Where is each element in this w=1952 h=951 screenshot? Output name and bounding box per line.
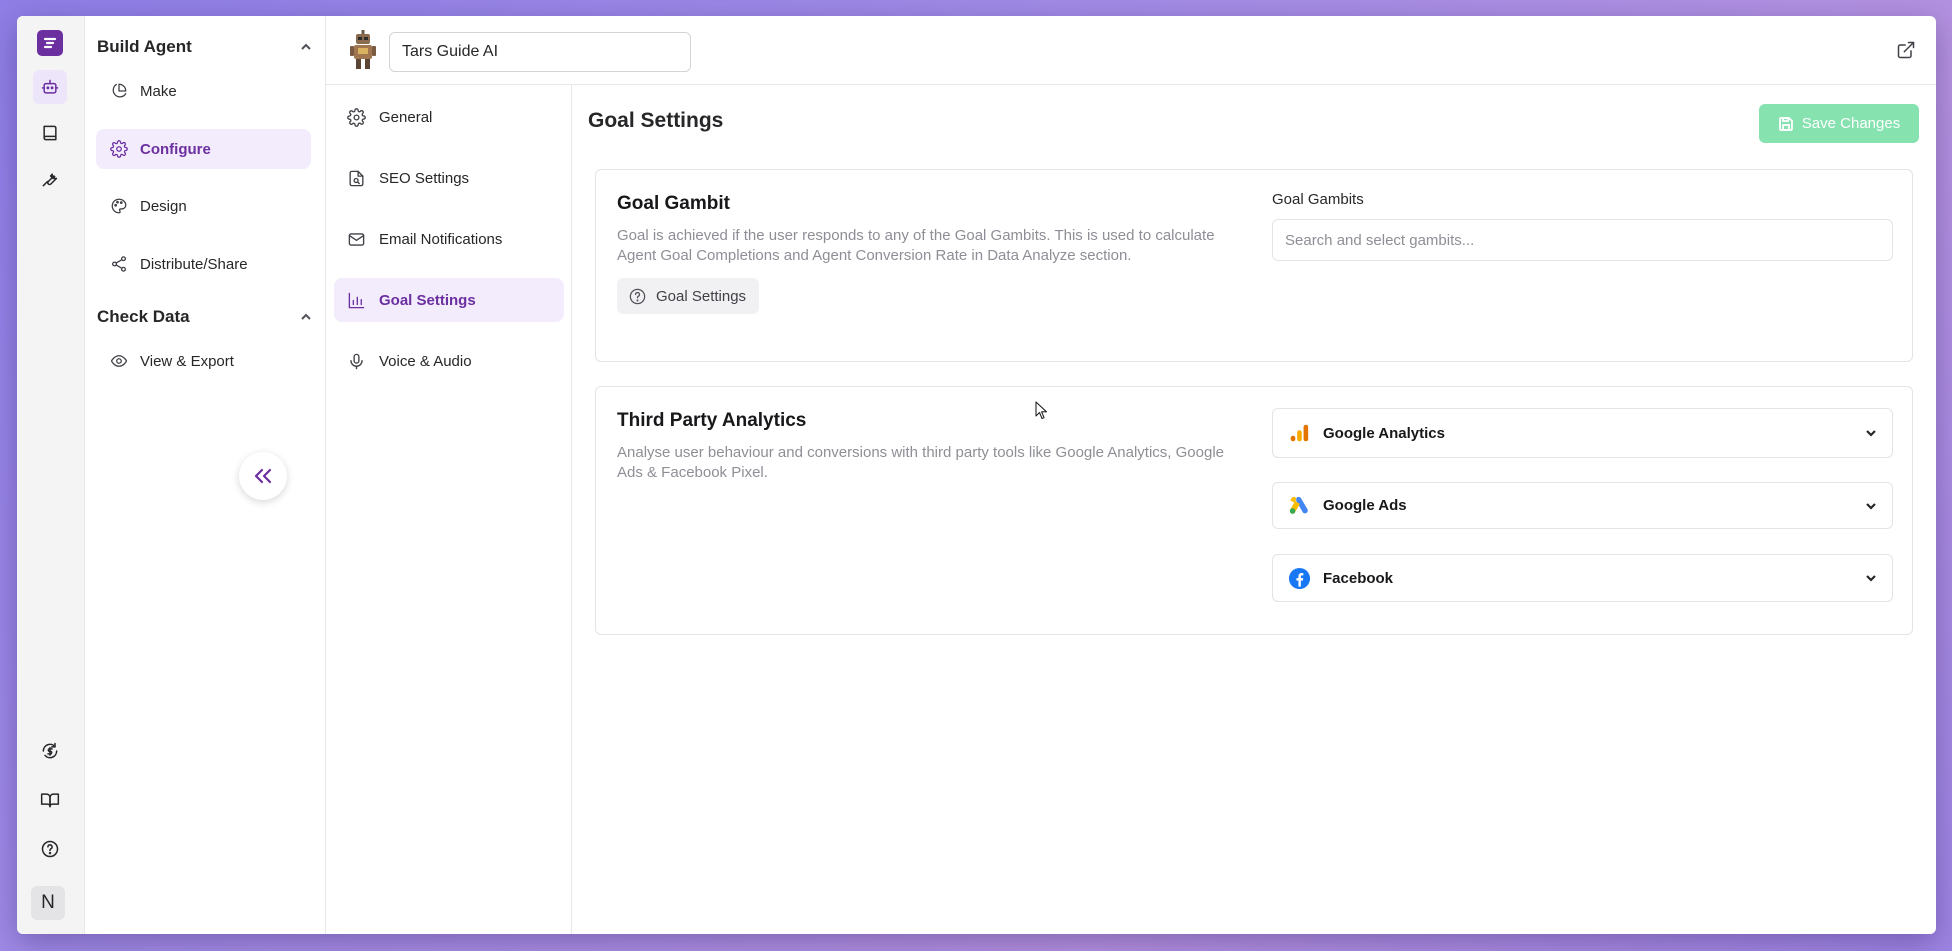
app-window: N Build Agent Make Configure Design Dist… <box>17 16 1936 934</box>
chevron-down-icon <box>1864 571 1878 585</box>
main-content: Goal Settings Save Changes Goal Gambit G… <box>572 85 1936 934</box>
sidebar-item-label: Configure <box>140 140 211 158</box>
eye-icon <box>110 355 128 367</box>
facebook-accordion[interactable]: Facebook <box>1272 554 1893 602</box>
help-circle-icon <box>629 288 646 304</box>
google-ads-accordion[interactable]: Google Ads <box>1272 482 1893 529</box>
book-icon[interactable] <box>33 116 67 150</box>
sidebar-item-make[interactable]: Make <box>96 71 311 111</box>
open-external-button[interactable] <box>1896 40 1918 62</box>
agent-avatar <box>350 30 376 69</box>
gear-icon <box>347 107 366 127</box>
file-search-icon <box>349 170 364 186</box>
google-analytics-icon <box>1287 421 1311 445</box>
sidebar-item-view-export[interactable]: View & Export <box>96 341 311 381</box>
agent-name-input[interactable] <box>389 32 691 72</box>
tab-label: Voice & Audio <box>379 352 472 370</box>
page-title: Goal Settings <box>588 109 724 132</box>
section-check-data[interactable]: Check Data <box>97 304 317 330</box>
integration-label: Facebook <box>1323 569 1394 587</box>
save-label: Save Changes <box>1801 115 1901 132</box>
goal-settings-help-button[interactable]: Goal Settings <box>617 278 760 314</box>
pie-chart-icon <box>112 83 127 98</box>
tab-label: Goal Settings <box>379 291 476 309</box>
sidebar-item-label: Make <box>140 82 177 100</box>
tab-voice-audio[interactable]: Voice & Audio <box>334 339 564 383</box>
third-party-analytics-card: Third Party Analytics Analyse user behav… <box>595 386 1913 635</box>
save-icon <box>1778 116 1793 131</box>
sidebar-item-design[interactable]: Design <box>96 186 311 226</box>
chevron-down-icon <box>1864 499 1878 513</box>
tab-goal-settings[interactable]: Goal Settings <box>334 278 564 322</box>
bar-chart-icon <box>348 292 365 308</box>
tab-seo-settings[interactable]: SEO Settings <box>334 156 564 200</box>
sidebar-item-label: Distribute/Share <box>140 255 248 273</box>
tab-general[interactable]: General <box>334 95 564 139</box>
build-sidebar: Build Agent Make Configure Design Distri… <box>85 16 326 934</box>
bot-icon[interactable] <box>33 70 67 104</box>
user-avatar[interactable]: N <box>31 886 65 920</box>
card-title: Third Party Analytics <box>617 410 807 431</box>
google-analytics-accordion[interactable]: Google Analytics <box>1272 408 1893 458</box>
integration-label: Google Ads <box>1323 497 1407 514</box>
sidebar-item-label: Design <box>140 197 187 215</box>
icon-rail: N <box>17 16 85 934</box>
collapse-sidebar-button[interactable] <box>239 452 287 500</box>
facebook-icon <box>1287 566 1311 590</box>
sidebar-item-label: View & Export <box>140 352 234 370</box>
double-chevron-left-icon <box>254 468 272 484</box>
tab-label: Email Notifications <box>379 230 503 248</box>
external-link-icon <box>1897 41 1915 59</box>
section-title: Check Data <box>97 307 190 326</box>
card-description: Goal is achieved if the user responds to… <box>617 227 1215 264</box>
chevron-up-icon <box>301 43 311 50</box>
chevron-down-icon <box>1864 426 1878 440</box>
mic-icon <box>350 353 363 369</box>
gear-icon <box>110 140 128 158</box>
card-description: Analyse user behaviour and conversions w… <box>617 444 1224 481</box>
top-bar <box>326 16 1936 85</box>
logo-icon[interactable] <box>37 30 63 56</box>
sidebar-item-distribute[interactable]: Distribute/Share <box>96 244 311 284</box>
google-ads-icon <box>1287 494 1311 518</box>
tab-email-notifications[interactable]: Email Notifications <box>334 217 564 261</box>
tab-label: SEO Settings <box>379 169 470 187</box>
goal-gambits-label: Goal Gambits <box>1272 191 1364 208</box>
settings-menu: General SEO Settings Email Notifications… <box>326 85 572 934</box>
help-chip-label: Goal Settings <box>656 287 747 305</box>
gambits-search-input[interactable] <box>1272 219 1893 261</box>
help-icon[interactable] <box>33 832 67 866</box>
goal-gambit-card: Goal Gambit Goal is achieved if the user… <box>595 169 1913 362</box>
save-changes-button[interactable]: Save Changes <box>1759 104 1919 143</box>
chevron-up-icon <box>301 313 311 320</box>
share-icon <box>111 256 127 272</box>
billing-icon[interactable] <box>33 734 67 768</box>
tab-label: General <box>379 108 433 126</box>
sidebar-item-configure[interactable]: Configure <box>96 129 311 169</box>
docs-book-icon[interactable] <box>33 783 67 817</box>
mouse-cursor <box>1035 401 1048 420</box>
section-build-agent[interactable]: Build Agent <box>97 34 317 60</box>
integration-label: Google Analytics <box>1323 424 1445 442</box>
card-title: Goal Gambit <box>617 193 730 214</box>
palette-icon <box>111 198 127 214</box>
mail-icon <box>348 232 365 246</box>
section-title: Build Agent <box>97 37 192 56</box>
wrench-icon[interactable] <box>33 162 67 196</box>
